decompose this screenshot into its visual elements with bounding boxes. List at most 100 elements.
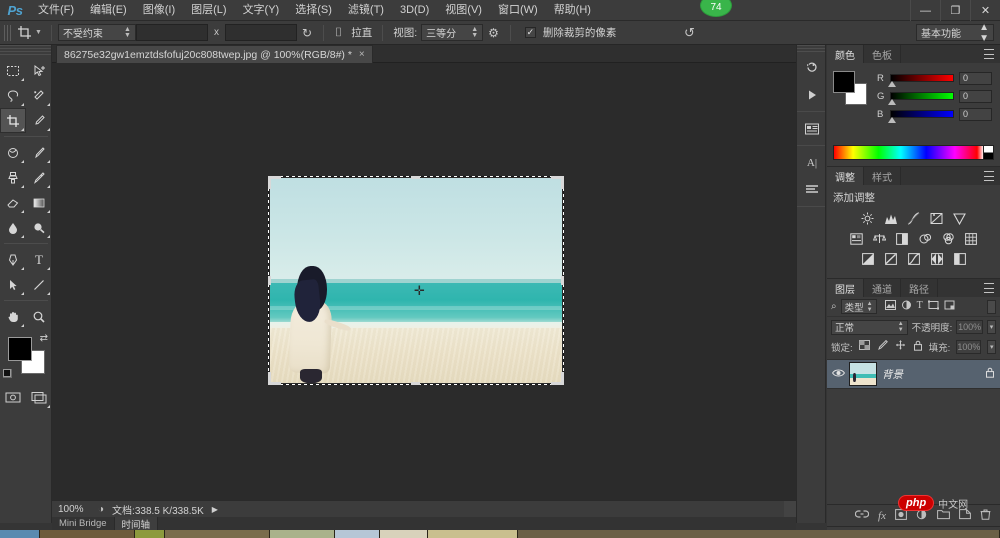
- actions-panel-icon[interactable]: [797, 81, 827, 108]
- curves-icon[interactable]: [905, 211, 922, 226]
- notification-badge[interactable]: 74: [700, 0, 732, 17]
- delete-cropped-pixels-checkbox[interactable]: ✓ 删除裁剪的像素: [524, 25, 621, 40]
- tab-styles[interactable]: 样式: [864, 167, 901, 185]
- canvas-area[interactable]: ✛: [52, 63, 796, 500]
- restore-button[interactable]: ❐: [940, 0, 970, 21]
- foreground-color-swatch[interactable]: [8, 337, 32, 361]
- character-panel-icon[interactable]: A|: [797, 149, 827, 176]
- spot-healing-tool[interactable]: [0, 140, 26, 165]
- hand-tool[interactable]: [0, 304, 26, 329]
- taskbar-thumb-3[interactable]: [135, 530, 165, 538]
- marquee-tool[interactable]: [0, 58, 26, 83]
- filter-shape-icon[interactable]: [927, 300, 939, 313]
- tab-adjustments[interactable]: 调整: [827, 167, 864, 185]
- dodge-tool[interactable]: [26, 215, 52, 240]
- type-tool[interactable]: T: [26, 247, 52, 272]
- red-slider-thumb[interactable]: [888, 81, 896, 87]
- filter-type-icon[interactable]: T: [917, 300, 923, 313]
- blue-slider-thumb[interactable]: [888, 117, 896, 123]
- filter-search-icon[interactable]: ⌕: [831, 301, 837, 312]
- black-white-icon[interactable]: [894, 231, 911, 246]
- adjustments-panel-menu-icon[interactable]: [984, 171, 996, 181]
- taskbar-thumb-2[interactable]: [40, 530, 135, 538]
- blend-mode-select[interactable]: 正常 ▲ ▼: [831, 319, 908, 335]
- layer-kind-select[interactable]: 类型 ▲ ▼: [840, 299, 877, 314]
- table-row[interactable]: 背景: [827, 359, 1000, 389]
- opacity-value[interactable]: 100%: [956, 320, 983, 334]
- minimize-button[interactable]: —: [910, 0, 940, 21]
- document-profile-icon[interactable]: ◑: [98, 504, 104, 515]
- taskbar-thumb-8[interactable]: [428, 530, 518, 538]
- straighten-button[interactable]: 拉直: [351, 25, 372, 40]
- status-expand-icon[interactable]: ▶: [212, 505, 218, 514]
- threshold-icon[interactable]: [905, 251, 922, 266]
- gradient-map-icon[interactable]: [928, 251, 945, 266]
- green-slider-thumb[interactable]: [888, 99, 896, 105]
- color-balance-icon[interactable]: [871, 231, 888, 246]
- taskbar-thumb-9[interactable]: [518, 530, 1000, 538]
- menu-select[interactable]: 选择(S): [287, 0, 340, 21]
- menu-layer[interactable]: 图层(L): [183, 0, 234, 21]
- taskbar-thumb-6[interactable]: [335, 530, 380, 538]
- filter-smart-icon[interactable]: [944, 300, 955, 313]
- layer-thumbnail[interactable]: [849, 362, 877, 386]
- green-channel-slider[interactable]: [888, 92, 954, 105]
- brightness-contrast-icon[interactable]: [859, 211, 876, 226]
- filter-adjustment-icon[interactable]: [901, 300, 912, 313]
- close-button[interactable]: ✕: [970, 0, 1000, 21]
- fill-stepper-icon[interactable]: ▾: [987, 340, 996, 354]
- layer-filter-toggle[interactable]: [987, 299, 996, 314]
- document-tab-close-icon[interactable]: ×: [359, 49, 365, 60]
- clear-crop-icon[interactable]: ⌷: [335, 25, 342, 40]
- swap-dimensions-icon[interactable]: ↻: [302, 26, 312, 40]
- taskbar-thumb-5[interactable]: [270, 530, 335, 538]
- layers-panel-menu-icon[interactable]: [984, 283, 996, 293]
- link-layers-icon[interactable]: [854, 509, 870, 522]
- color-panel-foreground-swatch[interactable]: [833, 71, 855, 93]
- opacity-stepper-icon[interactable]: ▾: [986, 320, 997, 334]
- tab-swatches[interactable]: 色板: [864, 45, 901, 63]
- quick-mask-button[interactable]: [0, 385, 26, 410]
- menu-edit[interactable]: 编辑(E): [82, 0, 135, 21]
- photo-filter-icon[interactable]: [917, 231, 934, 246]
- crop-width-input[interactable]: [135, 24, 208, 41]
- exposure-icon[interactable]: [928, 211, 945, 226]
- color-lookup-icon[interactable]: [963, 231, 980, 246]
- invert-icon[interactable]: [859, 251, 876, 266]
- lock-position-icon[interactable]: [895, 340, 906, 354]
- color-spectrum-ramp[interactable]: [833, 145, 994, 160]
- menu-help[interactable]: 帮助(H): [546, 0, 599, 21]
- tab-mini-bridge[interactable]: Mini Bridge: [52, 517, 115, 530]
- vibrance-icon[interactable]: [951, 211, 968, 226]
- hue-saturation-icon[interactable]: [848, 231, 865, 246]
- taskbar-thumb-7[interactable]: [380, 530, 428, 538]
- lasso-tool[interactable]: [0, 83, 26, 108]
- screen-mode-button[interactable]: [26, 385, 52, 410]
- tab-timeline[interactable]: 时间轴: [114, 517, 159, 531]
- crop-tool[interactable]: [0, 108, 26, 133]
- paragraph-panel-icon[interactable]: [797, 176, 827, 203]
- layer-style-icon[interactable]: fx: [878, 510, 886, 522]
- path-selection-tool[interactable]: [0, 272, 26, 297]
- tools-panel-grip[interactable]: [0, 45, 51, 55]
- eraser-tool[interactable]: [0, 190, 26, 215]
- tab-color[interactable]: 颜色: [827, 45, 864, 63]
- document-canvas[interactable]: ✛: [268, 176, 564, 385]
- reset-workspace-icon[interactable]: ↺: [684, 25, 695, 41]
- blue-channel-slider[interactable]: [888, 110, 954, 123]
- workspace-select[interactable]: 基本功能 ▲ ▼: [916, 22, 994, 44]
- crop-height-input[interactable]: [224, 24, 297, 41]
- layer-visibility-icon[interactable]: [832, 368, 845, 381]
- lock-all-icon[interactable]: [913, 340, 923, 354]
- os-taskbar[interactable]: [0, 530, 1000, 538]
- gradient-tool[interactable]: [26, 190, 52, 215]
- blue-channel-value[interactable]: 0: [959, 107, 992, 121]
- menu-type[interactable]: 文字(Y): [235, 0, 288, 21]
- menu-3d[interactable]: 3D(D): [392, 0, 437, 21]
- mini-bridge-icon[interactable]: [797, 115, 827, 142]
- posterize-icon[interactable]: [882, 251, 899, 266]
- tab-paths[interactable]: 路径: [901, 279, 938, 297]
- crop-tool-preset-chevron-icon[interactable]: ▼: [35, 29, 42, 36]
- quick-selection-tool[interactable]: [26, 83, 52, 108]
- fill-value[interactable]: 100%: [956, 340, 982, 354]
